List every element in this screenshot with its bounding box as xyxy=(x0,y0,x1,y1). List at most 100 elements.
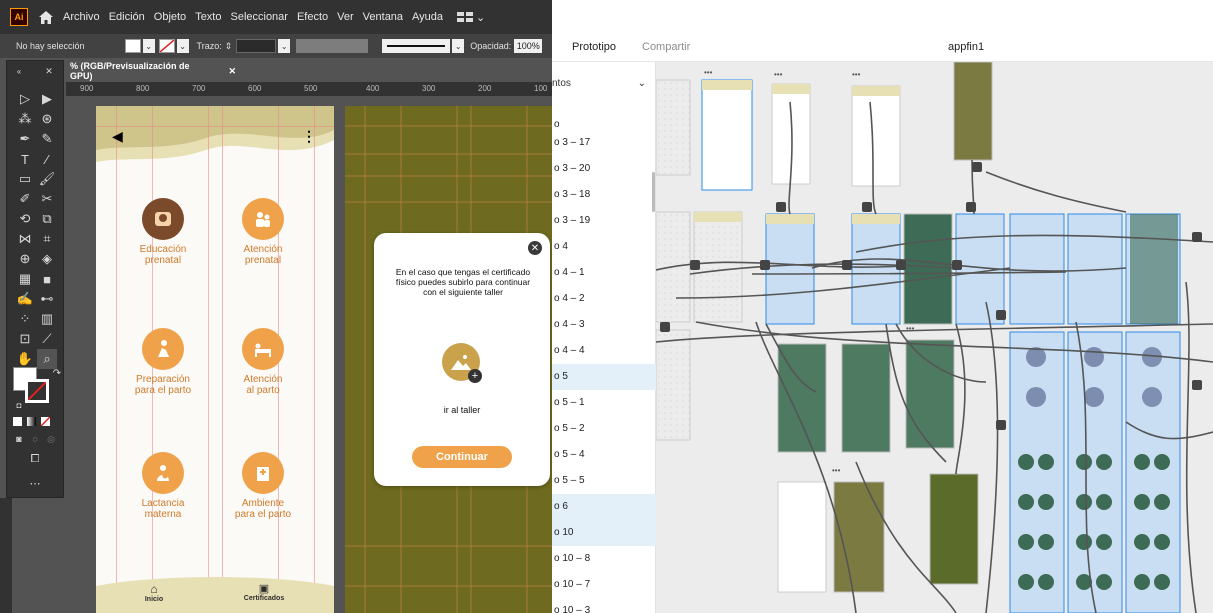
prototype-canvas[interactable]: ••• ••• ••• ••• ••• xyxy=(656,62,1213,613)
menu-archivo[interactable]: Archivo xyxy=(63,11,100,23)
magic-wand-tool-icon[interactable]: ⁂ xyxy=(15,109,35,129)
perspective-grid-tool-icon[interactable]: ▦ xyxy=(15,269,35,289)
layer-item[interactable]: o 4 – 4 xyxy=(552,338,656,364)
tab-compartir[interactable]: Compartir xyxy=(642,41,690,53)
lasso-tool-icon[interactable]: ⊛ xyxy=(37,109,57,129)
menu-ver[interactable]: Ver xyxy=(337,11,354,23)
gradient-mode-icon[interactable] xyxy=(27,417,36,426)
layer-item[interactable]: o 10 – 3 xyxy=(552,598,656,613)
layer-item[interactable]: o 4 – 3 xyxy=(552,312,656,338)
scissors-tool-icon[interactable]: ✂ xyxy=(37,189,57,209)
stroke-dropdown[interactable]: ⌄ xyxy=(176,39,189,53)
close-icon[interactable]: ✕ xyxy=(228,66,236,77)
live-paint-tool-icon[interactable]: ◈ xyxy=(37,249,57,269)
more-vertical-icon[interactable]: ⋮ xyxy=(302,128,316,145)
draw-inside-icon[interactable]: ◎ xyxy=(41,429,61,449)
eyedropper-tool-icon[interactable]: ✍ xyxy=(15,289,35,309)
layer-item[interactable]: o 10 – 7 xyxy=(552,572,656,598)
column-graph-tool-icon[interactable]: ▥ xyxy=(37,309,57,329)
color-mode-icon[interactable] xyxy=(13,417,22,426)
menu-ayuda[interactable]: Ayuda xyxy=(412,11,443,23)
layer-item[interactable]: o 10 – 8 xyxy=(552,546,656,572)
menu-seleccionar[interactable]: Seleccionar xyxy=(230,11,287,23)
layer-item-selected[interactable]: o 6 xyxy=(552,494,656,520)
category-lactancia-materna[interactable]: Lactancia materna xyxy=(118,452,208,520)
none-mode-icon[interactable] xyxy=(41,417,50,426)
artboard-options-icon[interactable]: ••• xyxy=(852,70,860,79)
swap-colors-icon[interactable]: ↷ xyxy=(47,363,67,383)
layer-item[interactable]: o 5 – 5 xyxy=(552,468,656,494)
layer-item[interactable]: o 3 – 20 xyxy=(552,156,656,182)
document-tab[interactable]: % (RGB/Previsualización de GPU) ✕ xyxy=(66,61,236,81)
symbol-sprayer-tool-icon[interactable]: ⁘ xyxy=(15,309,35,329)
brush-definition-field[interactable] xyxy=(382,39,451,53)
fill-dropdown[interactable]: ⌄ xyxy=(142,39,155,53)
artboard-options-icon[interactable]: ••• xyxy=(774,70,782,79)
go-to-workshop-link[interactable]: ir al taller xyxy=(414,405,510,415)
menu-efecto[interactable]: Efecto xyxy=(297,11,328,23)
stroke-swatch[interactable] xyxy=(158,39,175,53)
layer-item[interactable]: o 5 – 4 xyxy=(552,442,656,468)
blend-tool-icon[interactable]: ⊷ xyxy=(37,289,57,309)
menu-ventana[interactable]: Ventana xyxy=(363,11,403,23)
layer-item[interactable]: o 3 – 19 xyxy=(552,208,656,234)
variable-width-field[interactable] xyxy=(296,39,369,53)
layer-item-selected[interactable]: o 5 xyxy=(552,364,656,390)
layer-item-selected[interactable]: o 10 xyxy=(552,520,656,546)
brush-dropdown[interactable]: ⌄ xyxy=(452,39,465,53)
layer-item[interactable]: o 5 – 2 xyxy=(552,416,656,442)
shaper-tool-icon[interactable]: ✐ xyxy=(15,189,35,209)
stroke-stepper[interactable]: ⇕ xyxy=(225,41,233,52)
stroke-weight-field[interactable] xyxy=(236,39,277,53)
scale-tool-icon[interactable]: ⧉ xyxy=(37,209,57,229)
width-tool-icon[interactable]: ⋈ xyxy=(15,229,35,249)
layer-item[interactable]: o 3 – 18 xyxy=(552,182,656,208)
hand-tool-icon[interactable]: ✋ xyxy=(15,349,35,369)
line-tool-icon[interactable]: ∕ xyxy=(37,149,57,169)
layer-item[interactable]: o 4 – 1 xyxy=(552,260,656,286)
close-icon[interactable]: ✕ xyxy=(528,241,542,255)
artboard-tool-icon[interactable]: ⊡ xyxy=(15,329,35,349)
selection-tool-icon[interactable]: ▶ xyxy=(37,89,57,109)
curvature-tool-icon[interactable]: ✎ xyxy=(37,129,57,149)
type-tool-icon[interactable]: T xyxy=(15,149,35,169)
layer-item[interactable]: o 4 xyxy=(552,234,656,260)
layer-item[interactable]: o 5 – 1 xyxy=(552,390,656,416)
nav-inicio[interactable]: ⌂ Inicio xyxy=(124,582,184,603)
opacity-field[interactable]: 100% xyxy=(514,39,543,53)
panel-collapse-icon[interactable]: « xyxy=(9,61,29,81)
category-atencion-parto[interactable]: Atención al parto xyxy=(218,328,308,396)
layer-item[interactable]: o 3 – 17 xyxy=(552,130,656,156)
free-transform-tool-icon[interactable]: ⌗ xyxy=(37,229,57,249)
category-preparacion-parto[interactable]: Preparación para el parto xyxy=(118,328,208,396)
back-arrow-icon[interactable]: ◀ xyxy=(112,128,123,145)
screen-mode-icon[interactable]: ⧠ xyxy=(25,449,45,469)
rectangle-tool-icon[interactable]: ▭ xyxy=(15,169,35,189)
artboard-options-icon[interactable]: ••• xyxy=(832,466,840,475)
continue-button[interactable]: Continuar xyxy=(412,446,512,468)
more-tools-icon[interactable]: ⋯ xyxy=(25,473,45,493)
category-atencion-prenatal[interactable]: Atención prenatal xyxy=(218,198,308,266)
direct-selection-tool-icon[interactable]: ▷ xyxy=(15,89,35,109)
menu-objeto[interactable]: Objeto xyxy=(154,11,186,23)
close-icon[interactable]: ✕ xyxy=(39,61,59,81)
shape-builder-tool-icon[interactable]: ⊕ xyxy=(15,249,35,269)
category-ambiente-parto[interactable]: Ambiente para el parto xyxy=(218,452,308,520)
tab-prototipo[interactable]: Prototipo xyxy=(572,41,616,53)
layers-dropdown[interactable]: ntos ⌄ xyxy=(552,78,655,98)
home-icon[interactable] xyxy=(38,9,54,25)
artboard-options-icon[interactable]: ••• xyxy=(906,324,914,333)
stroke-weight-dropdown[interactable]: ⌄ xyxy=(278,39,291,53)
pen-tool-icon[interactable]: ✒ xyxy=(15,129,35,149)
gradient-tool-icon[interactable]: ■ xyxy=(37,269,57,289)
menu-edicion[interactable]: Edición xyxy=(109,11,145,23)
slice-tool-icon[interactable]: ⟋ xyxy=(37,329,57,349)
rotate-tool-icon[interactable]: ⟲ xyxy=(15,209,35,229)
upload-image-icon[interactable]: + xyxy=(442,343,482,383)
artboard-options-icon[interactable]: ••• xyxy=(704,68,712,77)
category-educacion-prenatal[interactable]: Educación prenatal xyxy=(118,198,208,266)
paintbrush-tool-icon[interactable]: 🖌 xyxy=(37,169,57,189)
fill-swatch[interactable] xyxy=(124,39,141,53)
workspace-switcher[interactable]: ⌄ xyxy=(457,11,485,24)
nav-certificados[interactable]: ▣ Certificados xyxy=(234,582,294,602)
